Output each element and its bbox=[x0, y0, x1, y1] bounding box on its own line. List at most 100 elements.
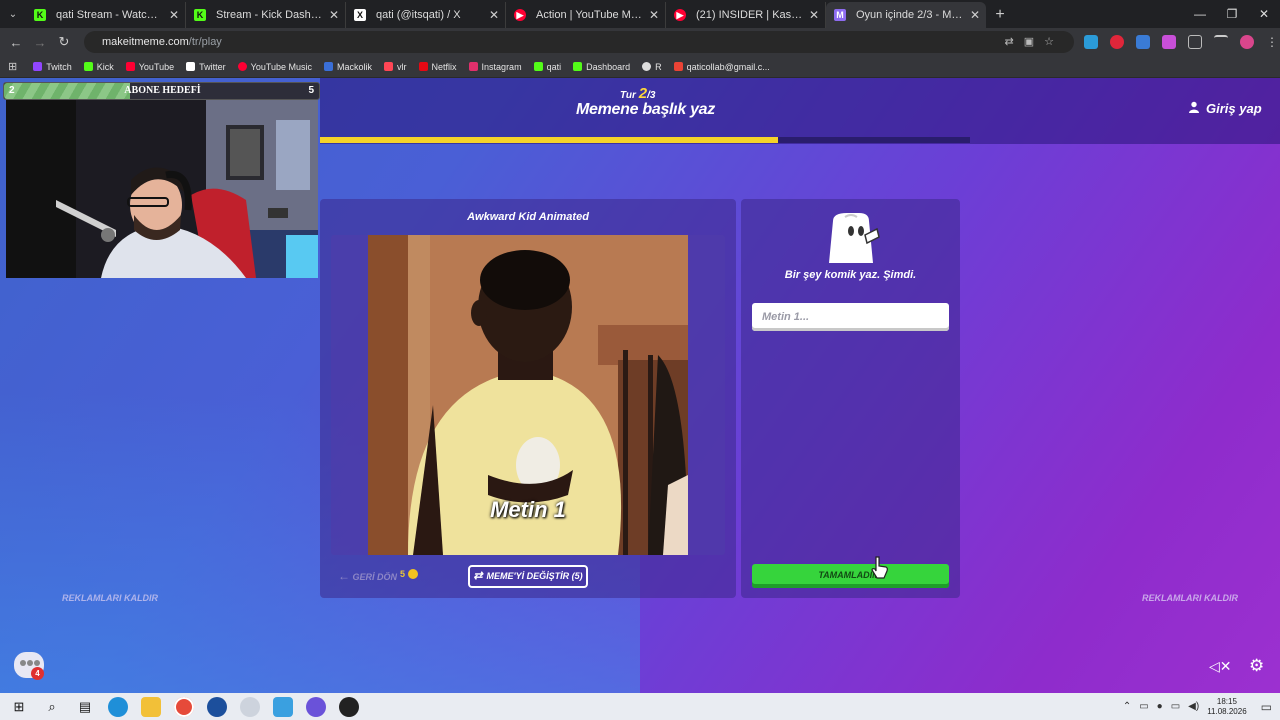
tab-kick-stream[interactable]: K qati Stream - Watch Live on Kick ✕ bbox=[26, 2, 186, 28]
close-tab-icon[interactable]: ✕ bbox=[649, 2, 659, 28]
bookmark-label: Twitter bbox=[199, 61, 226, 72]
task-view-icon[interactable]: ▤ bbox=[75, 697, 95, 717]
close-tab-icon[interactable]: ✕ bbox=[489, 2, 499, 28]
remove-ads-link-right[interactable]: REKLAMLARI KALDIR bbox=[1142, 593, 1238, 603]
restore-icon[interactable]: ❐ bbox=[1216, 0, 1248, 28]
close-tab-icon[interactable]: ✕ bbox=[329, 2, 339, 28]
reading-list-icon[interactable] bbox=[1214, 35, 1228, 49]
microphone-icon[interactable]: ● bbox=[1157, 701, 1163, 712]
caption-input[interactable] bbox=[752, 303, 949, 331]
extension-icon[interactable] bbox=[1162, 35, 1176, 49]
reload-icon[interactable]: ↻ bbox=[52, 34, 76, 50]
bookmark-label: qati bbox=[546, 61, 562, 72]
bookmark-label: Twitch bbox=[46, 61, 72, 72]
bookmark-youtube[interactable]: YouTube bbox=[125, 61, 175, 72]
bookmark-label: Mackolik bbox=[337, 61, 373, 72]
bookmark-netflix[interactable]: Netflix bbox=[418, 62, 457, 72]
close-tab-icon[interactable]: ✕ bbox=[809, 2, 819, 28]
bookmark-instagram[interactable]: Instagram bbox=[468, 62, 522, 72]
mute-sound-icon[interactable]: ◁✕ bbox=[1209, 658, 1232, 675]
chrome-icon[interactable] bbox=[174, 696, 194, 717]
install-icon[interactable]: ▣ bbox=[1024, 36, 1044, 48]
app-icon[interactable] bbox=[240, 696, 260, 717]
bookmark-label: Dashboard bbox=[586, 61, 631, 72]
app-icon[interactable] bbox=[207, 696, 227, 717]
new-tab-button[interactable]: + bbox=[986, 2, 1014, 28]
meme-caption: Metin 1 bbox=[490, 497, 566, 522]
bookmark-youtube-music[interactable]: YouTube Music bbox=[237, 62, 312, 72]
youtube-icon: ▶ bbox=[674, 9, 686, 21]
tab-label: qati Stream - Watch Live on Kick bbox=[56, 9, 186, 21]
bookmark-kick[interactable]: Kick bbox=[83, 61, 114, 72]
close-tab-icon[interactable]: ✕ bbox=[970, 2, 980, 28]
bookmark-gmail[interactable]: qaticollab@gmail.c... bbox=[673, 62, 770, 72]
drink-cup-icon bbox=[825, 209, 881, 270]
windows-start-icon[interactable]: ⊞ bbox=[9, 697, 29, 717]
app-icon[interactable] bbox=[339, 696, 359, 717]
round-total: /3 bbox=[647, 90, 656, 101]
meme-frame: Metin 1 bbox=[331, 235, 725, 555]
app-icon[interactable] bbox=[273, 696, 293, 717]
settings-gear-icon[interactable]: ⚙ bbox=[1249, 656, 1264, 676]
change-meme-button[interactable]: ⇄ MEME'Yİ DEĞİŞTİR (5) bbox=[468, 565, 588, 588]
bookmark-star-icon[interactable]: ☆ bbox=[1044, 36, 1064, 48]
tab-x-profile[interactable]: X qati (@itsqati) / X ✕ bbox=[346, 2, 506, 28]
kick-icon bbox=[573, 62, 583, 71]
bookmark-twitter[interactable]: Twitter bbox=[186, 62, 226, 72]
kick-icon bbox=[83, 62, 93, 71]
forward-arrow-icon[interactable]: → bbox=[28, 35, 52, 50]
file-explorer-icon[interactable] bbox=[141, 696, 161, 717]
bookmark-label: Kick bbox=[96, 61, 114, 72]
back-button[interactable]: ← GERİ DÖN bbox=[338, 569, 397, 583]
page-title: Memene başlık yaz bbox=[576, 101, 715, 118]
profile-avatar[interactable] bbox=[1240, 35, 1254, 49]
chat-unread-badge: 4 bbox=[31, 667, 44, 680]
remove-ads-link-left[interactable]: REKLAMLARI KALDIR bbox=[62, 593, 158, 603]
bookmark-qati[interactable]: qati bbox=[533, 61, 562, 72]
caption-card: Bir şey komik yaz. Şimdi. TAMAMLADIM! bbox=[741, 199, 960, 598]
close-window-icon[interactable]: ✕ bbox=[1248, 0, 1280, 28]
kick-icon bbox=[533, 62, 543, 71]
bookmark-r[interactable]: R bbox=[642, 62, 662, 72]
edge-icon[interactable] bbox=[108, 696, 128, 717]
round-timer-bar bbox=[320, 137, 970, 143]
tab-make-it-meme[interactable]: M Oyun içinde 2/3 - Make it Meme ✕ bbox=[826, 2, 986, 28]
apps-grid-icon[interactable]: ⊞ bbox=[8, 60, 17, 73]
r-icon bbox=[642, 62, 652, 71]
notifications-icon[interactable]: ▭ bbox=[1261, 700, 1272, 714]
extension-icon[interactable] bbox=[1084, 35, 1098, 49]
search-icon[interactable]: ⌕ bbox=[42, 697, 62, 717]
minimize-icon[interactable]: — bbox=[1184, 0, 1216, 28]
prompt-text: Bir şey komik yaz. Şimdi. bbox=[784, 269, 917, 281]
gmail-icon bbox=[673, 62, 683, 71]
tab-youtube-music[interactable]: ▶ Action | YouTube Music ✕ bbox=[506, 2, 666, 28]
youtube-music-icon: ▶ bbox=[514, 9, 526, 21]
bookmark-dashboard[interactable]: Dashboard bbox=[573, 62, 630, 72]
translate-icon[interactable]: ⇄ bbox=[1005, 36, 1024, 48]
menu-dots-icon[interactable]: ⋮ bbox=[1266, 35, 1280, 49]
wifi-icon[interactable]: ▭ bbox=[1171, 701, 1180, 712]
clock[interactable]: 18:15 11.08.2026 bbox=[1207, 697, 1246, 717]
bookmark-twitch[interactable]: Twitch bbox=[33, 62, 72, 72]
tab-label: (21) INSIDER | Kasımpaşa maçı bbox=[696, 9, 826, 21]
extension-icon[interactable] bbox=[1110, 35, 1124, 49]
volume-icon[interactable]: ◀) bbox=[1188, 701, 1199, 712]
tab-kick-dashboard[interactable]: K Stream - Kick Dashboard ✕ bbox=[186, 2, 346, 28]
done-button[interactable]: TAMAMLADIM! bbox=[752, 564, 949, 588]
bookmark-vlr[interactable]: vlr bbox=[384, 62, 407, 72]
extension-icon[interactable] bbox=[1136, 35, 1150, 49]
browser-tab-bar: ⌄ K qati Stream - Watch Live on Kick ✕ K… bbox=[0, 0, 1280, 28]
coin-count: 5 bbox=[400, 569, 406, 579]
app-icon[interactable] bbox=[306, 696, 326, 717]
tab-youtube-insider[interactable]: ▶ (21) INSIDER | Kasımpaşa maçı ✕ bbox=[666, 2, 826, 28]
tab-search-icon[interactable]: ⌄ bbox=[0, 0, 26, 28]
close-tab-icon[interactable]: ✕ bbox=[169, 2, 179, 28]
network-icon[interactable]: ▭ bbox=[1139, 701, 1148, 712]
bookmark-mackolik[interactable]: Mackolik bbox=[324, 62, 372, 72]
extensions-puzzle-icon[interactable] bbox=[1188, 35, 1202, 49]
bookmark-label: YouTube bbox=[138, 61, 175, 72]
url-field[interactable]: makeitmeme.com/tr/play ⇄▣☆ bbox=[84, 31, 1074, 53]
login-button[interactable]: Giriş yap bbox=[1188, 101, 1262, 116]
chevron-up-icon[interactable]: ⌃ bbox=[1123, 701, 1131, 712]
back-arrow-icon[interactable]: ← bbox=[4, 35, 28, 50]
